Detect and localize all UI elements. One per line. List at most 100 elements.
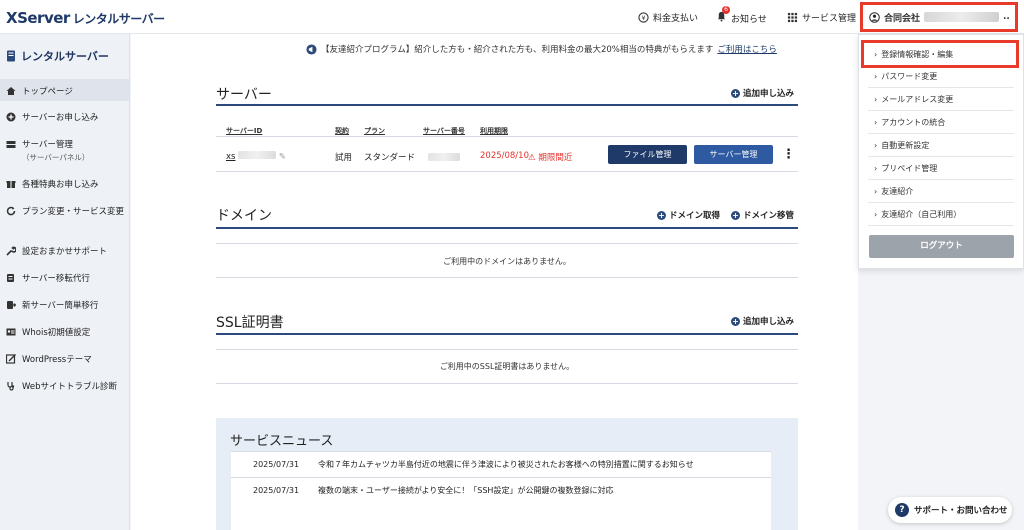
- id-card-icon: [6, 328, 16, 336]
- ssl-row-divider: [216, 383, 798, 384]
- menu-item-auto-renew[interactable]: › 自動更新設定: [868, 134, 1014, 157]
- sidebar-item-plan-change[interactable]: プラン変更・サービス変更: [0, 205, 129, 217]
- theme-icon: [6, 354, 16, 364]
- plus-circle-icon: [6, 112, 16, 122]
- file-manager-button[interactable]: ファイル管理: [608, 145, 687, 164]
- menu-item-profile-edit[interactable]: › 登録情報確認・編集: [861, 40, 1019, 68]
- server-id-cell[interactable]: xs ✎: [226, 151, 286, 162]
- ssl-add-link[interactable]: + 追加申し込み: [731, 315, 794, 327]
- ssl-add-label: 追加申し込み: [743, 317, 795, 327]
- col-header-server-number[interactable]: サーバー番号: [423, 126, 465, 136]
- sidebar-item-label: Whois初期値設定: [22, 328, 91, 338]
- sidebar-item-setup-support[interactable]: 設定おまかせサポート: [0, 245, 129, 257]
- menu-item-account-merge[interactable]: › アカウントの統合: [868, 111, 1014, 134]
- expiry-status: ⚠ 期限間近: [528, 151, 572, 163]
- menu-item-referral[interactable]: › 友達紹介: [868, 180, 1014, 203]
- top-bar: XServer レンタルサーバー ¥ 料金支払い 6 お知らせ サービス管理 合同…: [0, 0, 1024, 34]
- menu-item-email[interactable]: › メールアドレス変更: [868, 88, 1014, 111]
- account-menu-button[interactable]: 合同会社 ..: [860, 2, 1018, 32]
- sidebar-item-easy-migration[interactable]: 新サーバー簡単移行: [0, 299, 129, 311]
- question-icon: ?: [895, 503, 909, 517]
- sidebar-item-label: 各種特典お申し込み: [22, 180, 99, 190]
- service-news-panel: サービスニュース 2025/07/31 令和７年カムチャツカ半島付近の地震に伴う…: [216, 418, 798, 530]
- menu-item-label: 友達紹介: [881, 186, 914, 196]
- server-manager-button[interactable]: サーバー管理: [694, 145, 773, 164]
- xserver-logo[interactable]: XServer レンタルサーバー: [6, 9, 165, 27]
- refresh-icon: [6, 206, 16, 216]
- megaphone-icon: [306, 43, 317, 55]
- col-header-contract[interactable]: 契約: [335, 126, 349, 136]
- col-header-plan[interactable]: プラン: [364, 126, 385, 136]
- sidebar-item-label-wrap: サーバー管理 （サーバーパネル）: [22, 138, 89, 163]
- sidebar-item-label: サーバー管理: [22, 140, 73, 150]
- notices-link[interactable]: 6 お知らせ: [716, 6, 767, 25]
- sidebar-item-server-panel[interactable]: サーバー管理 （サーバーパネル）: [0, 138, 129, 163]
- yen-icon: ¥: [638, 12, 649, 23]
- domain-acquire-link[interactable]: + ドメイン取得: [657, 209, 720, 221]
- plus-circle-icon: +: [731, 316, 740, 326]
- sidebar-item-migration-service[interactable]: サーバー移転代行: [0, 272, 129, 284]
- menu-item-referral-self[interactable]: › 友達紹介（自己利用）: [868, 203, 1014, 226]
- sidebar-item-server-order[interactable]: サーバーお申し込み: [0, 111, 129, 123]
- home-icon: [6, 87, 16, 95]
- sidebar-item-label: 設定おまかせサポート: [22, 247, 108, 257]
- logo-text: XServer: [6, 9, 70, 27]
- domain-row-divider: [216, 277, 798, 278]
- sidebar-item-site-diagnosis[interactable]: Webサイトトラブル診断: [0, 380, 129, 392]
- support-contact-button[interactable]: ? サポート・お問い合わせ: [888, 497, 1012, 523]
- news-text: 令和７年カムチャツカ半島付近の地震に伴う津波により被災されたお客様への特別措置に…: [318, 460, 694, 469]
- notice-link[interactable]: ご利用はこちら: [717, 43, 777, 55]
- table-header-divider: [216, 136, 798, 137]
- plus-circle-icon: +: [731, 88, 740, 98]
- pencil-icon[interactable]: ✎: [279, 152, 286, 162]
- sidebar-item-sublabel: （サーバーパネル）: [22, 153, 90, 162]
- server-icon: [7, 50, 15, 62]
- domain-header-divider: [216, 243, 798, 244]
- news-date: 2025/07/31: [253, 486, 300, 495]
- col-header-server-id[interactable]: サーバーID: [226, 126, 262, 136]
- sidebar: レンタルサーバー トップページ サーバーお申し込み サーバー管理 （サーバーパネル…: [0, 34, 130, 530]
- payment-label: 料金支払い: [653, 14, 699, 24]
- server-add-label: 追加申し込み: [743, 89, 795, 99]
- domain-acquire-label: ドメイン取得: [669, 211, 721, 221]
- news-item[interactable]: 2025/07/31 複数の端末・ユーザー接続がより安全に！「SSH設定」が公開…: [231, 477, 771, 503]
- sidebar-item-label: WordPressテーマ: [22, 355, 92, 365]
- warning-icon: ⚠: [528, 153, 536, 163]
- services-label: サービス管理: [802, 14, 857, 24]
- plus-circle-icon: +: [657, 210, 666, 220]
- wrench-icon: [6, 246, 16, 256]
- more-options-icon[interactable]: ⋮: [782, 147, 795, 162]
- col-header-expiry[interactable]: 利用期限: [480, 126, 508, 136]
- sidebar-item-top[interactable]: トップページ: [0, 79, 129, 101]
- menu-item-prepaid[interactable]: › プリペイド管理: [868, 157, 1014, 180]
- menu-item-password[interactable]: › パスワード変更: [868, 65, 1014, 88]
- sidebar-item-whois[interactable]: Whois初期値設定: [0, 326, 129, 338]
- chevron-right-icon: ›: [874, 186, 878, 196]
- ssl-header-divider: [216, 349, 798, 350]
- support-label: サポート・お問い合わせ: [914, 506, 1008, 516]
- notice-count-badge: 6: [722, 6, 730, 14]
- contract-cell: 試用: [335, 153, 353, 163]
- sidebar-item-wp-theme[interactable]: WordPressテーマ: [0, 353, 129, 365]
- news-text: 複数の端末・ユーザー接続がより安全に！「SSH設定」が公開鍵の複数登録に対応: [318, 486, 614, 495]
- logout-button[interactable]: ログアウト: [869, 235, 1014, 258]
- domain-section-title: ドメイン: [216, 208, 272, 224]
- sidebar-item-label: プラン変更・サービス変更: [22, 207, 125, 217]
- menu-item-label: 登録情報確認・編集: [881, 49, 954, 59]
- chevron-right-icon: ›: [874, 163, 878, 173]
- company-name: 合同会社: [884, 13, 921, 24]
- services-link[interactable]: サービス管理: [787, 11, 856, 24]
- domain-transfer-link[interactable]: + ドメイン移管: [731, 209, 794, 221]
- domain-transfer-label: ドメイン移管: [743, 211, 795, 221]
- sidebar-item-benefits[interactable]: 各種特典お申し込み: [0, 178, 129, 190]
- menu-item-label: 自動更新設定: [881, 140, 930, 150]
- news-list: 2025/07/31 令和７年カムチャツカ半島付近の地震に伴う津波により被災され…: [231, 451, 771, 530]
- ssl-empty-message: ご利用中のSSL証明書はありません。: [439, 362, 575, 371]
- payment-link[interactable]: ¥ 料金支払い: [638, 11, 698, 24]
- menu-item-label: 友達紹介（自己利用）: [881, 209, 962, 219]
- company-suffix: ..: [1003, 12, 1010, 22]
- chevron-right-icon: ›: [874, 94, 878, 104]
- account-dropdown-menu: › 登録情報確認・編集 › パスワード変更 › メールアドレス変更 › アカウントの統合…: [858, 34, 1024, 269]
- server-add-link[interactable]: + 追加申し込み: [731, 87, 794, 99]
- news-item[interactable]: 2025/07/31 令和７年カムチャツカ半島付近の地震に伴う津波により被災され…: [231, 451, 771, 477]
